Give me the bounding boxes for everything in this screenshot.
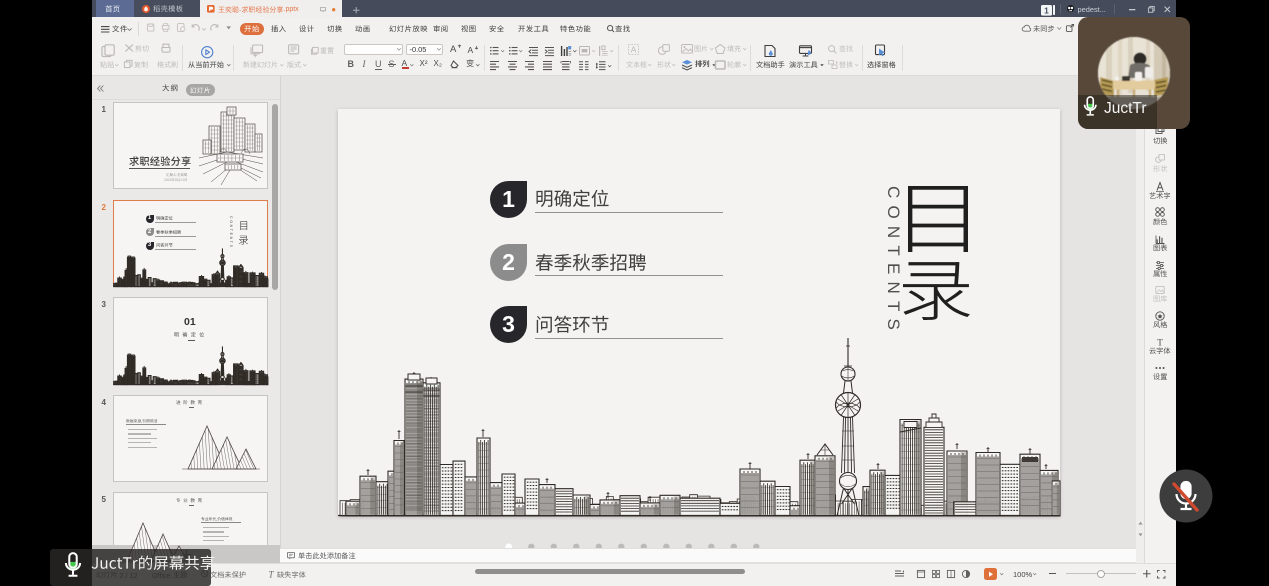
svg-text:1: 1: [1044, 5, 1049, 15]
svg-text:A: A: [631, 44, 637, 54]
